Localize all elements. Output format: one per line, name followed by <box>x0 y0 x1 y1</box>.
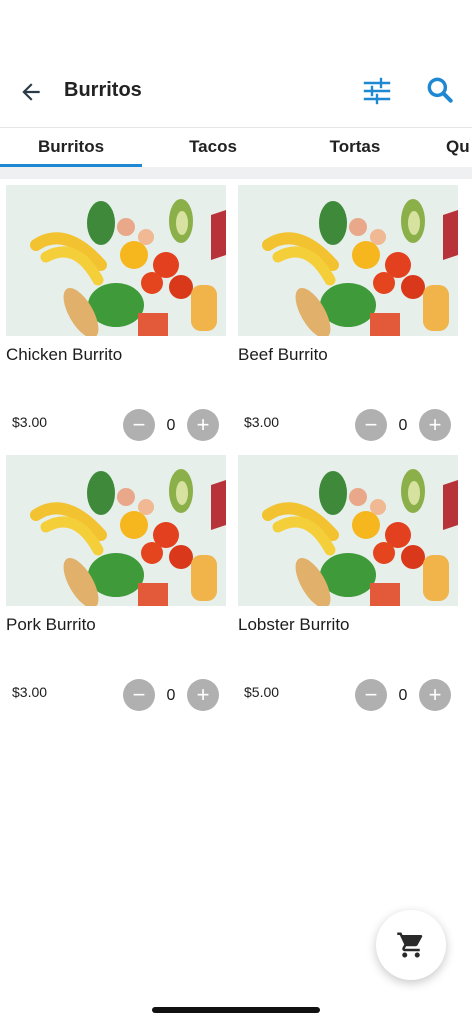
product-name: Chicken Burrito <box>6 345 123 364</box>
tab-tacos[interactable]: Tacos <box>142 128 284 166</box>
product-name: Lobster Burrito <box>238 615 350 634</box>
product-name: Pork Burrito <box>6 615 96 634</box>
category-tabs: Burritos Tacos Tortas Qu <box>0 127 472 167</box>
tune-sliders-icon <box>363 77 391 105</box>
search-icon <box>427 77 453 103</box>
product-price: $3.00 <box>12 684 48 700</box>
product-price: $5.00 <box>244 684 280 700</box>
decrease-quantity-button[interactable]: − <box>123 679 155 711</box>
decrease-quantity-button[interactable]: − <box>123 409 155 441</box>
cart-button[interactable] <box>376 910 446 980</box>
product-image <box>6 185 226 336</box>
filter-button[interactable] <box>362 76 392 106</box>
increase-quantity-button[interactable]: + <box>419 409 451 441</box>
tabs-divider <box>0 167 472 179</box>
shopping-cart-icon <box>397 932 423 958</box>
product-name: Beef Burrito <box>238 345 328 364</box>
product-image <box>238 185 458 336</box>
increase-quantity-button[interactable]: + <box>419 679 451 711</box>
decrease-quantity-button[interactable]: − <box>355 679 387 711</box>
quantity-value: 0 <box>398 417 408 434</box>
product-image <box>6 455 226 606</box>
tab-quesadillas[interactable]: Qu <box>426 128 472 166</box>
quantity-value: 0 <box>166 687 176 704</box>
decrease-quantity-button[interactable]: − <box>355 409 387 441</box>
tab-tortas[interactable]: Tortas <box>284 128 426 166</box>
app-header: Burritos <box>0 60 472 122</box>
increase-quantity-button[interactable]: + <box>187 409 219 441</box>
product-card[interactable]: Pork Burrito $3.00 − 0 + <box>6 455 226 715</box>
increase-quantity-button[interactable]: + <box>187 679 219 711</box>
home-indicator[interactable] <box>152 1007 320 1013</box>
product-card[interactable]: Chicken Burrito $3.00 − 0 + <box>6 185 226 445</box>
quantity-value: 0 <box>398 687 408 704</box>
search-button[interactable] <box>424 74 456 106</box>
page-title: Burritos <box>64 79 142 101</box>
product-price: $3.00 <box>12 414 48 430</box>
quantity-value: 0 <box>166 417 176 434</box>
product-card[interactable]: Lobster Burrito $5.00 − 0 + <box>238 455 458 715</box>
arrow-left-icon <box>22 83 40 101</box>
product-price: $3.00 <box>244 414 280 430</box>
product-image <box>238 455 458 606</box>
back-button[interactable] <box>16 77 46 107</box>
tab-burritos[interactable]: Burritos <box>0 128 142 167</box>
product-card[interactable]: Beef Burrito $3.00 − 0 + <box>238 185 458 445</box>
